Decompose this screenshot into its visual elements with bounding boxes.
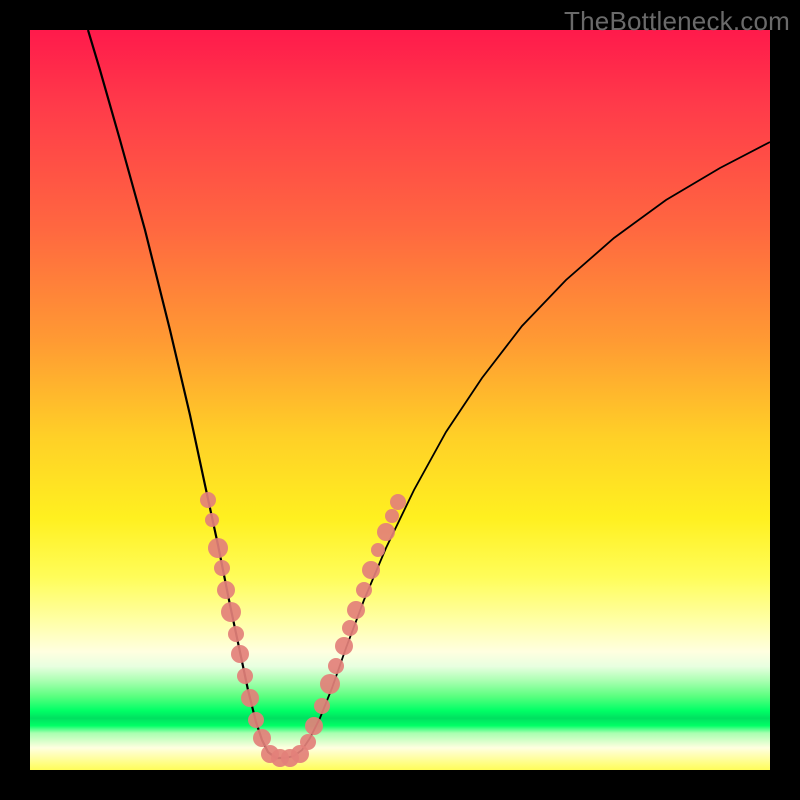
outer-frame: TheBottleneck.com bbox=[0, 0, 800, 800]
data-point bbox=[342, 620, 358, 636]
data-point bbox=[314, 698, 330, 714]
data-point bbox=[208, 538, 228, 558]
left-curve bbox=[88, 30, 285, 758]
data-point bbox=[291, 745, 309, 763]
chart-svg bbox=[30, 30, 770, 770]
data-point bbox=[281, 749, 299, 767]
data-point bbox=[390, 494, 406, 510]
data-point bbox=[214, 560, 230, 576]
data-point bbox=[221, 602, 241, 622]
data-point bbox=[200, 492, 216, 508]
data-point bbox=[205, 513, 219, 527]
data-point bbox=[241, 689, 259, 707]
data-point bbox=[237, 668, 253, 684]
data-point bbox=[320, 674, 340, 694]
data-point bbox=[248, 712, 264, 728]
data-point bbox=[228, 626, 244, 642]
data-point bbox=[300, 734, 316, 750]
watermark-text: TheBottleneck.com bbox=[564, 6, 790, 37]
data-point bbox=[362, 561, 380, 579]
data-point bbox=[261, 745, 279, 763]
data-point bbox=[347, 601, 365, 619]
right-curve bbox=[285, 142, 770, 758]
plot-background bbox=[30, 30, 770, 770]
data-point bbox=[371, 543, 385, 557]
scatter-dots bbox=[200, 492, 406, 767]
data-point bbox=[305, 717, 323, 735]
data-point bbox=[217, 581, 235, 599]
data-point bbox=[231, 645, 249, 663]
data-point bbox=[271, 749, 289, 767]
data-point bbox=[328, 658, 344, 674]
data-point bbox=[253, 729, 271, 747]
data-point bbox=[356, 582, 372, 598]
data-point bbox=[335, 637, 353, 655]
data-point bbox=[377, 523, 395, 541]
data-point bbox=[385, 509, 399, 523]
